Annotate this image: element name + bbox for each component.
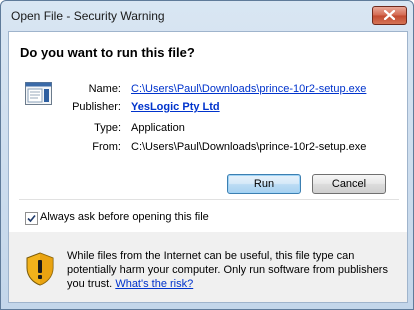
- title-bar[interactable]: Open File - Security Warning: [1, 1, 413, 31]
- name-label: Name:: [88, 83, 121, 95]
- dialog-heading: Do you want to run this file?: [20, 45, 195, 60]
- publisher-link[interactable]: YesLogic Pty Ltd: [131, 101, 220, 113]
- close-icon: [384, 10, 395, 20]
- window-title: Open File - Security Warning: [11, 9, 165, 23]
- warning-message: While files from the Internet can be use…: [67, 249, 397, 291]
- type-value: Application: [131, 122, 185, 134]
- warning-panel: While files from the Internet can be use…: [8, 232, 408, 303]
- divider: [19, 199, 399, 200]
- dialog-content: Do you want to run this file? Name: C:\U…: [8, 31, 408, 233]
- publisher-label: Publisher:: [72, 101, 121, 113]
- always-ask-label[interactable]: Always ask before opening this file: [40, 211, 209, 223]
- always-ask-checkbox[interactable]: [25, 212, 38, 225]
- from-label: From:: [92, 141, 121, 153]
- warning-shield-icon: [25, 252, 55, 289]
- run-button-label: Run: [253, 178, 275, 190]
- name-value-link[interactable]: C:\Users\Paul\Downloads\prince-10r2-setu…: [131, 83, 366, 95]
- cancel-button[interactable]: Cancel: [312, 174, 386, 194]
- type-label: Type:: [94, 122, 121, 134]
- dialog-window: Open File - Security Warning Do you want…: [0, 0, 414, 310]
- from-value: C:\Users\Paul\Downloads\prince-10r2-setu…: [131, 141, 367, 153]
- cancel-button-label: Cancel: [331, 178, 367, 190]
- close-button[interactable]: [372, 6, 407, 25]
- whats-the-risk-link[interactable]: What's the risk?: [115, 278, 193, 290]
- checkmark-icon: [27, 214, 36, 223]
- run-button[interactable]: Run: [227, 174, 301, 194]
